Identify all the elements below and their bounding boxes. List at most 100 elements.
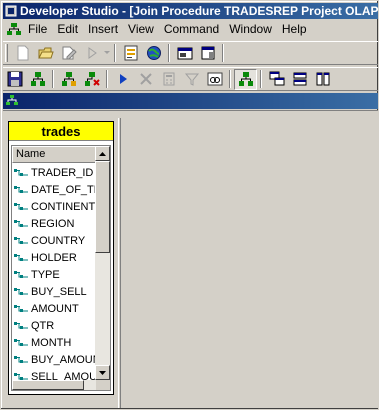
scroll-down-button[interactable] <box>95 365 110 380</box>
table-row[interactable]: COUNTRY <box>12 232 96 249</box>
join-view-button[interactable] <box>234 68 257 90</box>
vertical-scrollbar[interactable] <box>95 146 110 390</box>
link-icon <box>207 72 222 86</box>
open-icon <box>37 47 54 59</box>
join-window-title-bar[interactable] <box>3 93 378 109</box>
procedure-icon <box>124 45 137 61</box>
calculator-button[interactable] <box>157 69 180 90</box>
chevron-down-icon <box>104 51 110 54</box>
document-icon <box>201 46 214 60</box>
join-doc-icon <box>6 95 18 105</box>
menu-window[interactable]: Window <box>224 21 277 37</box>
delete-button[interactable] <box>134 69 157 90</box>
field-icon <box>14 372 28 380</box>
new-icon <box>17 45 28 61</box>
field-name: AMOUNT <box>31 302 79 315</box>
field-name: BUY_AMOUNT <box>31 353 96 366</box>
table-row[interactable]: BUY_SELL <box>12 283 96 300</box>
new-button[interactable] <box>11 43 34 64</box>
save-button[interactable] <box>3 69 26 90</box>
field-name: CONTINENT <box>31 200 96 213</box>
web-button[interactable] <box>142 43 165 64</box>
web-icon <box>146 46 161 60</box>
join-icon <box>30 72 45 86</box>
menu-help[interactable]: Help <box>277 21 312 37</box>
run-button-disabled[interactable] <box>80 43 103 64</box>
toolbar-separator <box>52 70 54 88</box>
table-row[interactable]: AMOUNT <box>12 300 96 317</box>
menu-insert[interactable]: Insert <box>83 21 123 37</box>
join-add-button[interactable] <box>57 69 80 90</box>
field-icon <box>14 185 28 193</box>
field-icon <box>14 202 28 210</box>
menu-view[interactable]: View <box>123 21 159 37</box>
table-row[interactable]: QTR <box>12 317 96 334</box>
table-trades[interactable]: trades Name TRADER_ID DATE_OF_TR CONTINENT… <box>8 121 114 395</box>
link-button[interactable] <box>203 69 226 90</box>
open-button[interactable] <box>34 43 57 64</box>
layout-vertical-button[interactable] <box>311 69 334 90</box>
document-button[interactable] <box>196 43 219 64</box>
join-remove-icon <box>84 72 100 86</box>
horizontal-scrollbar[interactable] <box>12 380 96 390</box>
join-toolbar <box>3 67 378 91</box>
toolbar-separator <box>222 44 224 62</box>
toolbar-separator <box>260 70 262 88</box>
horizontal-scroll-thumb[interactable] <box>12 380 84 390</box>
toolbar-separator <box>229 70 231 88</box>
menu-bar: File Edit Insert View Command Window Hel… <box>3 20 378 38</box>
join-remove-button[interactable] <box>80 69 103 90</box>
down-arrow-icon <box>99 370 106 375</box>
window-icon <box>177 47 192 60</box>
layout-horizontal-button[interactable] <box>288 69 311 90</box>
table-row[interactable]: HOLDER <box>12 249 96 266</box>
join-canvas[interactable]: trades Name TRADER_ID DATE_OF_TR CONTINENT… <box>3 110 378 408</box>
menu-command[interactable]: Command <box>159 21 224 37</box>
field-name: QTR <box>31 319 55 332</box>
field-icon <box>14 236 28 244</box>
toolbar-separator <box>168 44 170 62</box>
join-button[interactable] <box>26 69 49 90</box>
join-doc-icon[interactable] <box>5 21 23 37</box>
scroll-up-button[interactable] <box>95 146 110 161</box>
run-button[interactable] <box>111 69 134 90</box>
delete-icon <box>139 73 152 85</box>
field-icon <box>14 219 28 227</box>
procedure-button[interactable] <box>119 43 142 64</box>
table-row[interactable]: CONTINENT <box>12 198 96 215</box>
table-row[interactable]: BUY_AMOUNT <box>12 351 96 368</box>
save-as-button[interactable] <box>57 43 80 64</box>
column-header-name[interactable]: Name <box>12 146 96 163</box>
field-icon <box>14 338 28 346</box>
window-title: Developer Studio - [Join Procedure TRADE… <box>20 4 378 18</box>
title-bar[interactable]: Developer Studio - [Join Procedure TRADE… <box>3 3 378 19</box>
table-row[interactable]: DATE_OF_TR <box>12 181 96 198</box>
field-list[interactable]: Name TRADER_ID DATE_OF_TR CONTINENT REGION C… <box>11 145 111 391</box>
field-name: REGION <box>31 217 75 230</box>
toolbar-grip[interactable] <box>5 44 8 62</box>
table-row[interactable]: REGION <box>12 215 96 232</box>
field-icon <box>14 287 28 295</box>
splitter-bar[interactable] <box>118 118 121 408</box>
join-add-icon <box>61 72 76 86</box>
toolbar-separator <box>106 70 108 88</box>
table-row[interactable]: SELL_AMOUN <box>12 368 96 380</box>
app-window: Developer Studio - [Join Procedure TRADE… <box>0 0 379 410</box>
window-button[interactable] <box>173 43 196 64</box>
table-row[interactable]: TRADER_ID <box>12 164 96 181</box>
filter-button[interactable] <box>180 69 203 90</box>
scroll-thumb[interactable] <box>95 161 110 253</box>
table-title[interactable]: trades <box>9 122 113 141</box>
layout-cascade-button[interactable] <box>265 69 288 90</box>
table-row[interactable]: TYPE <box>12 266 96 283</box>
field-icon <box>14 304 28 312</box>
field-rows: TRADER_ID DATE_OF_TR CONTINENT REGION COUNTR… <box>12 164 96 380</box>
field-name: TYPE <box>31 268 60 281</box>
menu-edit[interactable]: Edit <box>52 21 83 37</box>
run-dropdown-arrow[interactable] <box>103 43 111 64</box>
field-icon <box>14 270 28 278</box>
menu-file[interactable]: File <box>23 21 52 37</box>
table-row[interactable]: MONTH <box>12 334 96 351</box>
save-icon <box>7 71 22 87</box>
layout-vertical-icon <box>316 72 329 86</box>
